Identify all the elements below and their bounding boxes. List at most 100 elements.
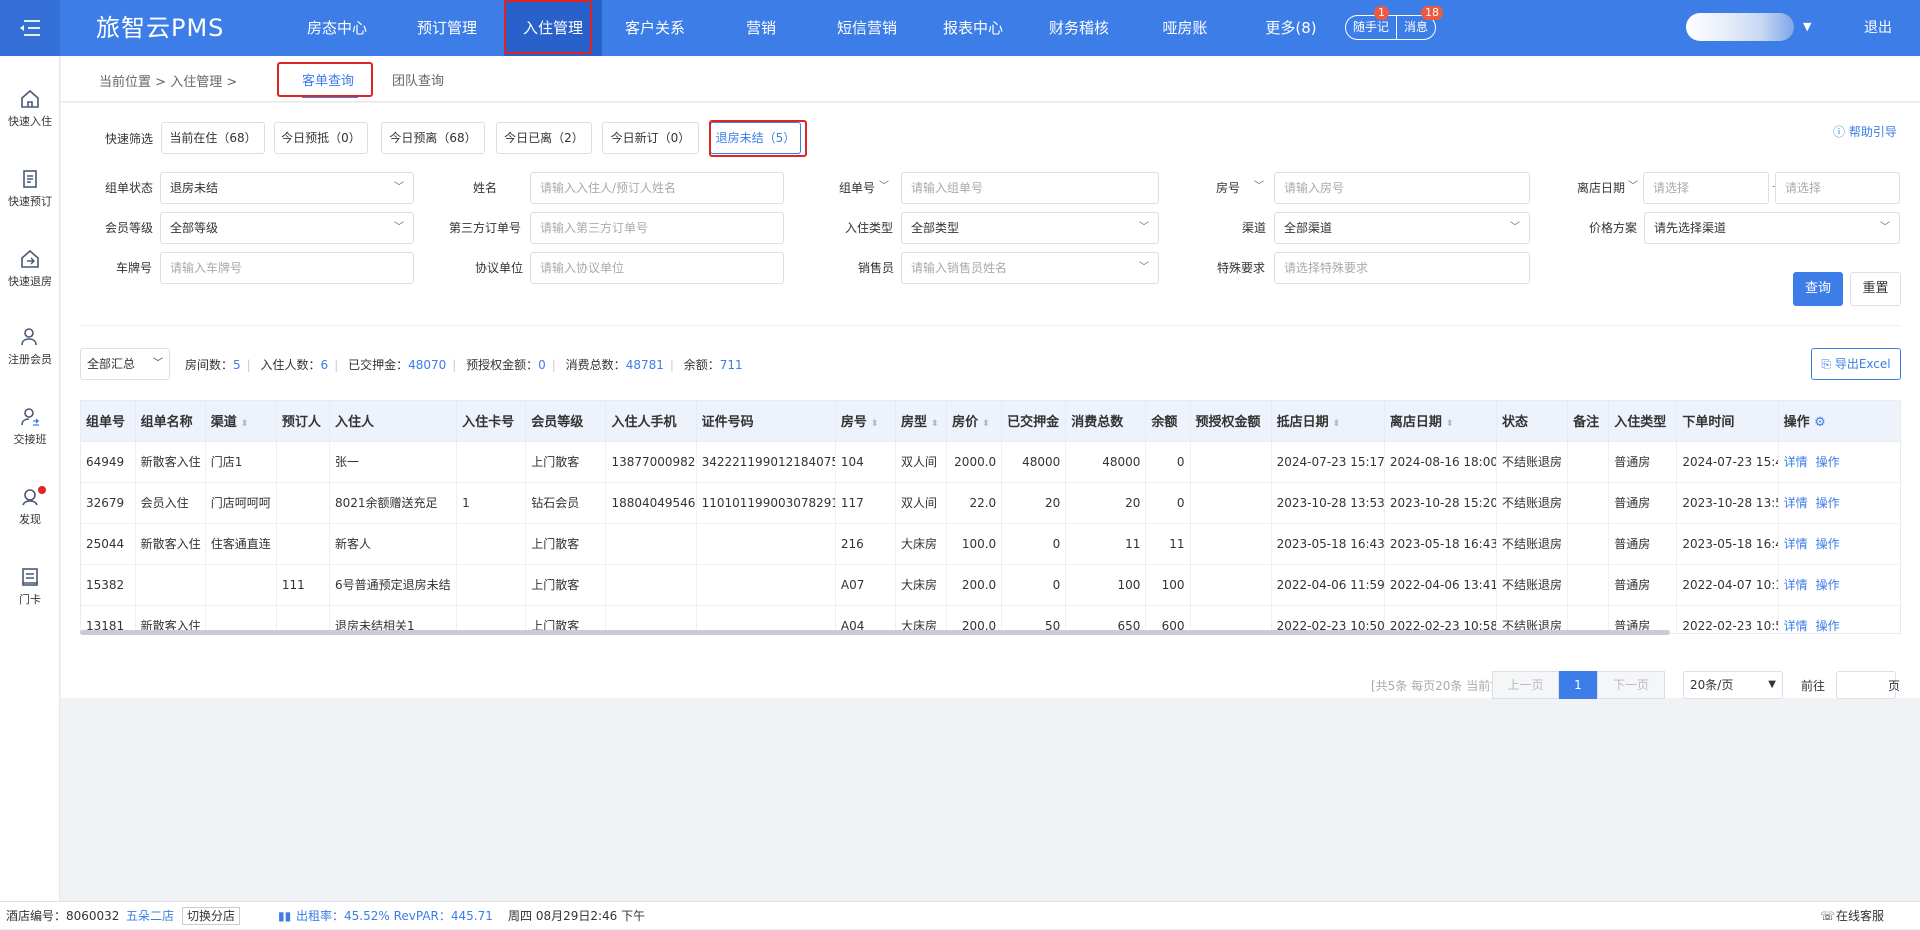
table-row[interactable]: 32679 会员入住 门店呵呵呵 8021余额赠送充足 1 钻石会员 18804049546… (81, 482, 1900, 524)
table-cell: 普通房 (1608, 564, 1678, 606)
operate-link[interactable]: 操作 (1816, 455, 1840, 469)
quick-filter-departure-today[interactable]: 今日预离（68） (381, 122, 485, 154)
sidebar-item-quick-booking[interactable]: 快速预订 (0, 168, 60, 209)
column-header[interactable]: 渠道 ⬍ (205, 401, 277, 442)
export-excel-button[interactable]: ⎘ 导出Excel (1811, 348, 1901, 380)
nav-room-status[interactable]: 房态中心 (280, 0, 394, 56)
column-header-label: 状态 (1502, 415, 1529, 431)
goto-page-input[interactable] (1836, 671, 1896, 699)
table-cell: 15382 (81, 564, 136, 606)
detail-link[interactable]: 详情 (1784, 578, 1808, 592)
horizontal-scrollbar[interactable] (80, 630, 1670, 635)
order-status-select[interactable]: 退房未结 ﹀ (160, 172, 414, 204)
switch-store-button[interactable]: 切换分店 (182, 907, 241, 925)
nav-finance[interactable]: 财务稽核 (1026, 0, 1132, 56)
operate-link[interactable]: 操作 (1816, 496, 1840, 510)
sidebar-item-quick-checkin[interactable]: 快速入住 (0, 88, 60, 129)
sidebar-item-quick-checkout[interactable]: 快速退房 (0, 248, 60, 289)
hotel-name[interactable]: 五朵二店 (126, 902, 174, 930)
sidebar-item-shift-handover[interactable]: 交接班 (0, 406, 60, 447)
prev-page-button[interactable]: 上一页 (1492, 671, 1559, 699)
room-input[interactable]: 请输入房号 (1274, 172, 1530, 204)
user-avatar[interactable] (1686, 13, 1794, 41)
detail-link[interactable]: 详情 (1784, 496, 1808, 510)
plate-input[interactable]: 请输入车牌号 (160, 252, 414, 284)
third-order-input[interactable]: 请输入第三方订单号 (530, 212, 784, 244)
chevron-down-icon[interactable]: ﹀ (1254, 177, 1264, 192)
quick-filter-arrival-today[interactable]: 今日预抵（0） (274, 122, 368, 154)
current-page[interactable]: 1 (1559, 671, 1597, 699)
balance-value: 711 (719, 358, 743, 372)
nav-reports[interactable]: 报表中心 (920, 0, 1026, 56)
quick-filter-departed-today[interactable]: 今日已离（2） (496, 122, 592, 154)
member-level-select[interactable]: 全部等级 ﹀ (160, 212, 414, 244)
table-row[interactable]: 64949 新散客入住 门店1 张一 上门散客 13877000982 3422211990… (81, 441, 1900, 483)
sort-icon[interactable]: ⬍ (871, 419, 879, 429)
logout-link[interactable]: 退出 (1864, 0, 1892, 56)
gear-icon[interactable]: ⚙ (1810, 415, 1826, 430)
price-plan-select[interactable]: 请先选择渠道 ﹀ (1644, 212, 1900, 244)
table-row[interactable]: 25044 新散客入住 住客通直连 新客人 上门散客 216 大床房 100.0 0 11 11 20… (81, 523, 1900, 565)
table-cell: 20 (1001, 482, 1067, 524)
operate-link[interactable]: 操作 (1816, 619, 1840, 633)
column-header[interactable]: 房价 ⬍ (946, 401, 1003, 442)
quick-filter-new-today[interactable]: 今日新订（0） (602, 122, 699, 154)
page-size-select[interactable]: 20条/页 ▼ (1683, 671, 1783, 699)
chevron-down-icon[interactable]: ﹀ (1628, 177, 1638, 192)
search-button[interactable]: 查询 (1793, 272, 1843, 306)
caret-down-icon[interactable]: ▼ (1803, 20, 1811, 33)
reset-button[interactable]: 重置 (1850, 272, 1901, 306)
sort-icon[interactable]: ⬍ (1333, 419, 1341, 429)
nav-marketing[interactable]: 营销 (708, 0, 814, 56)
date-start-input[interactable]: 请选择 (1643, 172, 1769, 204)
table-cell: 342221199012184075 (696, 441, 836, 483)
breadcrumb-current[interactable]: 入住管理 (170, 75, 222, 90)
menu-toggle-icon[interactable] (0, 0, 60, 56)
sort-icon[interactable]: ⬍ (931, 419, 939, 429)
nav-sms[interactable]: 短信营销 (814, 0, 920, 56)
table-row[interactable]: 15382 111 6号普通预定退房未结 上门散客 A07 大床房 200.0 0 100 100… (81, 564, 1900, 606)
summary-select[interactable]: 全部汇总 ﹀ (80, 348, 170, 380)
tab-group-query[interactable]: 团队查询 (392, 70, 444, 89)
group-no-input[interactable]: 请输入组单号 (901, 172, 1159, 204)
third-order-label: 第三方订单号 (449, 221, 522, 235)
nav-customer[interactable]: 客户关系 (602, 0, 708, 56)
column-header[interactable]: 房号 ⬍ (835, 401, 896, 442)
messages-button[interactable]: 消息 18 (1396, 6, 1444, 39)
next-page-button[interactable]: 下一页 (1597, 671, 1665, 699)
sidebar-item-discover[interactable]: 发现 (0, 486, 60, 527)
special-select[interactable]: 请选择特殊要求 (1274, 252, 1530, 284)
column-header[interactable]: 离店日期 ⬍ (1384, 401, 1498, 442)
nav-more[interactable]: 更多(8) (1238, 0, 1344, 56)
online-service-link[interactable]: 在线客服 (1836, 902, 1884, 930)
chevron-down-icon: ﹀ (1139, 222, 1149, 233)
checkin-type-select[interactable]: 全部类型 ﹀ (901, 212, 1159, 244)
sidebar-item-door-card[interactable]: 门卡 (0, 566, 60, 607)
name-input[interactable]: 请输入入住人/预订人姓名 (530, 172, 784, 204)
sort-icon[interactable]: ⬍ (241, 419, 249, 429)
sort-icon[interactable]: ⬍ (982, 419, 990, 429)
card-icon (22, 568, 38, 586)
sort-icon[interactable]: ⬍ (1446, 419, 1454, 429)
detail-link[interactable]: 详情 (1784, 537, 1808, 551)
sidebar-label: 快速退房 (8, 275, 52, 288)
column-header: 组单号 (81, 401, 136, 442)
column-header[interactable]: 抵店日期 ⬍ (1271, 401, 1385, 442)
date-end-input[interactable]: 请选择 (1775, 172, 1900, 204)
nav-dummy-account[interactable]: 哑房账 (1132, 0, 1238, 56)
breadcrumb-sep: > (155, 75, 167, 90)
chevron-down-icon[interactable]: ﹀ (879, 177, 889, 192)
help-guide-link[interactable]: ⓘ 帮助引导 (1833, 123, 1897, 140)
quick-filter-current-stay[interactable]: 当前在住（68） (161, 122, 265, 154)
sales-select[interactable]: 请输入销售员姓名 ﹀ (901, 252, 1159, 284)
channel-select[interactable]: 全部渠道 ﹀ (1274, 212, 1530, 244)
operate-link[interactable]: 操作 (1816, 537, 1840, 551)
agreement-input[interactable]: 请输入协议单位 (530, 252, 784, 284)
notes-button[interactable]: 随手记 1 (1346, 6, 1396, 39)
operate-link[interactable]: 操作 (1816, 578, 1840, 592)
column-header[interactable]: 房型 ⬍ (895, 401, 948, 442)
nav-reservation[interactable]: 预订管理 (394, 0, 500, 56)
sidebar-item-register-member[interactable]: 注册会员 (0, 326, 60, 367)
detail-link[interactable]: 详情 (1784, 619, 1808, 633)
detail-link[interactable]: 详情 (1784, 455, 1808, 469)
